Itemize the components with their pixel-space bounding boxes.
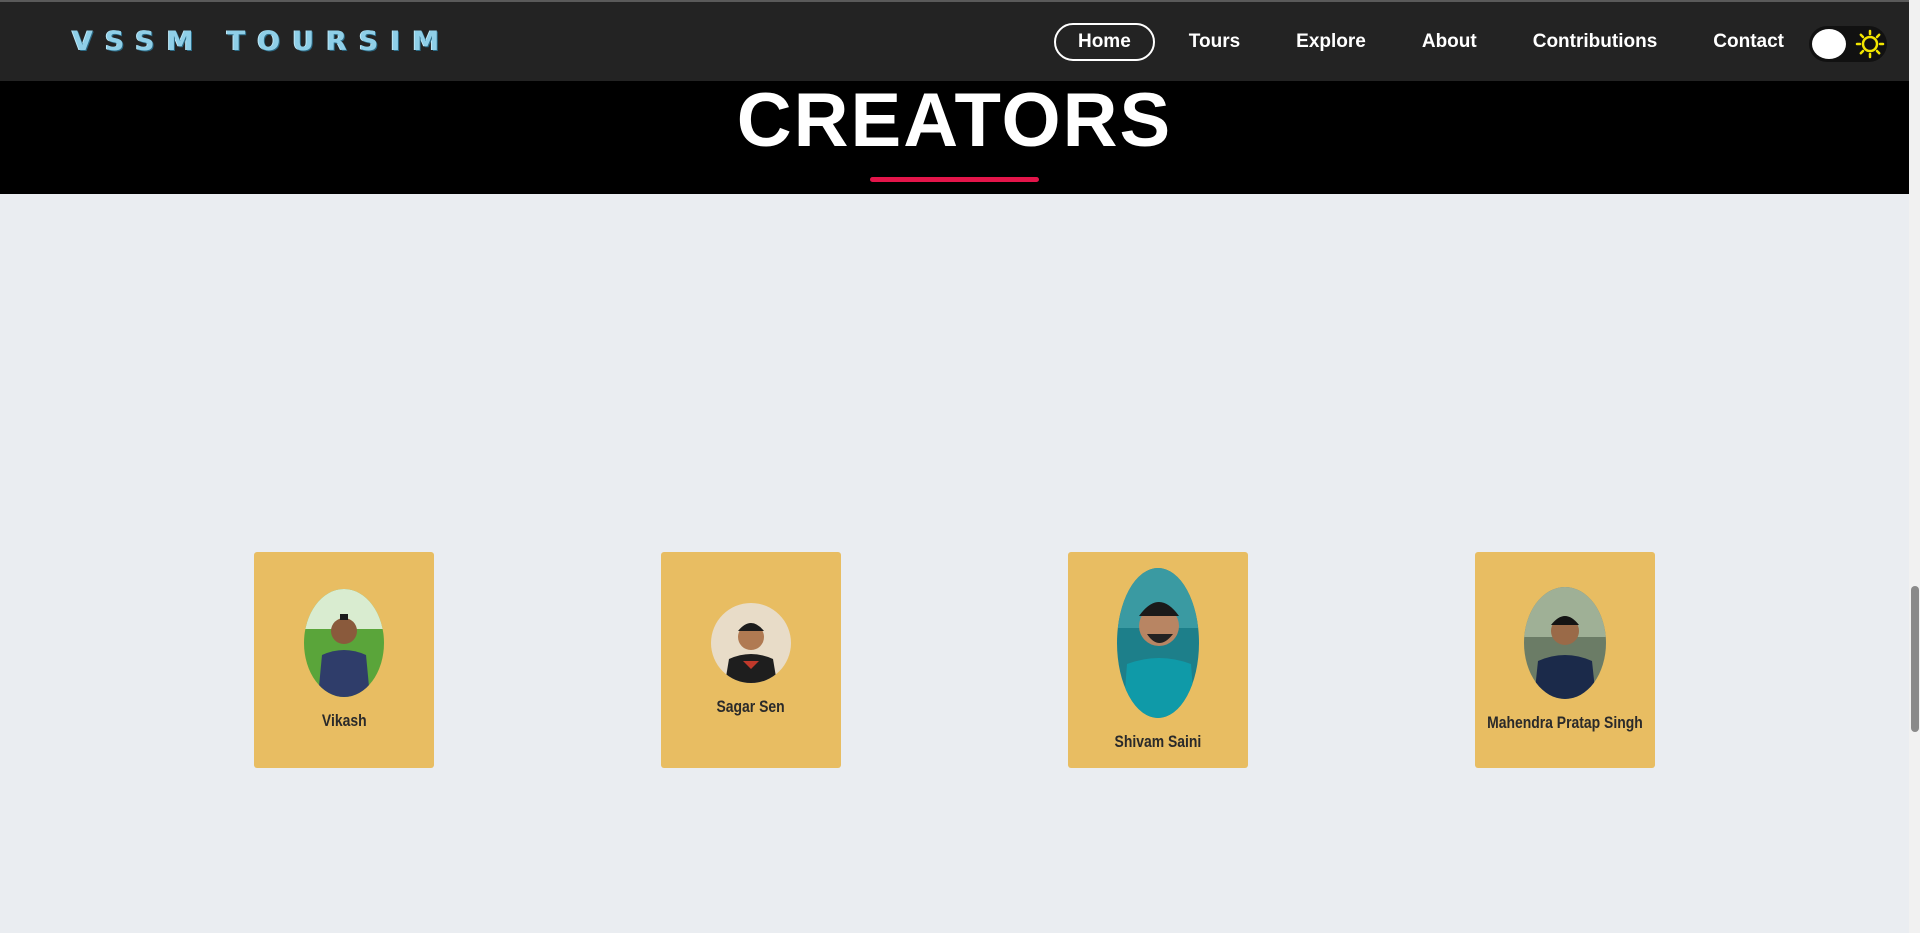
creator-name: Sagar Sen [716, 697, 786, 716]
nav-item-about[interactable]: About [1422, 31, 1477, 53]
section-title: CREATORS [736, 78, 1173, 163]
page-scrollbar[interactable] [1909, 0, 1920, 933]
site-logo[interactable]: VSSM TOURSIM [72, 26, 451, 57]
creator-card[interactable]: Sagar Sen [661, 552, 841, 768]
navbar: VSSM TOURSIM Home Tours Explore About Co… [0, 0, 1909, 81]
avatar-photo [1524, 587, 1606, 699]
nav-item-contact[interactable]: Contact [1713, 31, 1784, 53]
avatar-photo [304, 589, 384, 697]
creator-name: Vikash [321, 711, 367, 730]
creator-card[interactable]: Mahendra Pratap Singh [1475, 552, 1655, 768]
sun-icon [1855, 29, 1885, 59]
nav-item-contributions[interactable]: Contributions [1533, 31, 1658, 53]
creator-name: Shivam Saini [1114, 732, 1202, 751]
nav-item-home[interactable]: Home [1053, 23, 1155, 61]
creators-heading-band: CREATORS [0, 81, 1909, 194]
nav-item-explore[interactable]: Explore [1296, 31, 1366, 53]
nav-item-tours[interactable]: Tours [1189, 31, 1240, 53]
avatar-photo [1117, 568, 1199, 718]
theme-toggle[interactable] [1809, 26, 1887, 62]
avatar-photo [711, 603, 791, 683]
creator-name: Mahendra Pratap Singh [1487, 713, 1643, 732]
creator-card[interactable]: Shivam Saini [1068, 552, 1248, 768]
nav-menu: Home Tours Explore About Contributions C… [1053, 22, 1784, 62]
title-underline [870, 177, 1039, 182]
scrollbar-thumb[interactable] [1911, 586, 1919, 732]
creator-card[interactable]: Vikash [254, 552, 434, 768]
toggle-knob [1812, 29, 1846, 59]
